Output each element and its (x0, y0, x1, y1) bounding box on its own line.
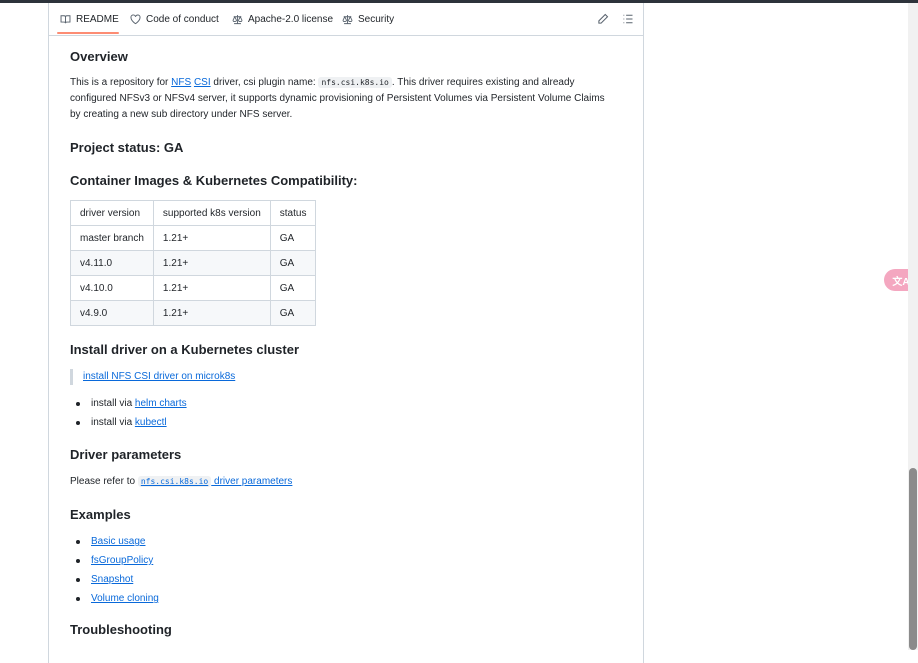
tab-readme-label: README (76, 13, 119, 25)
table-row: v4.10.0 1.21+ GA (70, 275, 317, 301)
tab-code-of-conduct[interactable]: Code of conduct (130, 3, 219, 35)
plugin-name-code: nfs.csi.k8s.io (318, 77, 392, 88)
examples-heading: Examples (70, 507, 131, 522)
list-item: install via helm charts (70, 396, 187, 415)
readme-panel: README Code of conduct Apache-2.0 licens… (48, 3, 644, 663)
tab-security[interactable]: Security (342, 3, 394, 35)
active-tab-underline (57, 32, 119, 34)
table-header: status (269, 200, 317, 226)
law-icon (232, 14, 243, 24)
csi-link[interactable]: CSI (194, 77, 211, 88)
fsgrouppolicy-link[interactable]: fsGroupPolicy (91, 555, 153, 566)
install-heading: Install driver on a Kubernetes cluster (70, 342, 300, 357)
table-cell: 1.21+ (152, 275, 271, 301)
tab-license-label: Apache-2.0 license (248, 13, 334, 25)
list-item: Snapshot (70, 572, 159, 591)
tab-readme[interactable]: README (60, 3, 119, 35)
table-cell: v4.11.0 (70, 250, 154, 276)
params-link-text: driver parameters (211, 476, 293, 487)
basic-usage-link[interactable]: Basic usage (91, 536, 145, 547)
list-item-text: install via (91, 398, 135, 409)
table-cell: 1.21+ (152, 225, 271, 251)
driver-params-link[interactable]: nfs.csi.k8s.io driver parameters (137, 476, 293, 487)
examples-list: Basic usage fsGroupPolicy Snapshot Volum… (70, 534, 159, 610)
table-cell: GA (269, 250, 317, 276)
compat-heading: Container Images & Kubernetes Compatibil… (70, 173, 358, 188)
tab-license[interactable]: Apache-2.0 license (232, 3, 333, 35)
overview-heading: Overview (70, 49, 128, 64)
overview-paragraph: This is a repository for NFS CSI driver,… (70, 75, 610, 123)
list-item: fsGroupPolicy (70, 553, 159, 572)
snapshot-link[interactable]: Snapshot (91, 574, 133, 585)
table-cell: master branch (70, 225, 154, 251)
nfs-link[interactable]: NFS (171, 77, 191, 88)
table-header-row: driver version supported k8s version sta… (70, 200, 317, 226)
volume-cloning-link[interactable]: Volume cloning (91, 593, 159, 604)
pencil-icon[interactable] (597, 13, 609, 25)
table-header: supported k8s version (152, 200, 271, 226)
list-icon[interactable] (622, 13, 634, 25)
project-status-heading: Project status: GA (70, 140, 184, 155)
table-cell: GA (269, 300, 317, 326)
compat-table: driver version supported k8s version sta… (70, 200, 317, 326)
tab-security-label: Security (358, 13, 395, 25)
table-cell: GA (269, 225, 317, 251)
table-cell: 1.21+ (152, 300, 271, 326)
heart-icon (130, 14, 141, 24)
scrollbar-thumb[interactable] (909, 468, 917, 650)
params-code: nfs.csi.k8s.io (137, 476, 212, 487)
install-list: install via helm charts install via kube… (70, 396, 187, 434)
list-item: install via kubectl (70, 415, 187, 434)
table-cell: v4.10.0 (70, 275, 154, 301)
troubleshooting-heading: Troubleshooting (70, 622, 172, 637)
driver-params-heading: Driver parameters (70, 447, 182, 462)
table-row: v4.9.0 1.21+ GA (70, 300, 317, 326)
table-header: driver version (70, 200, 154, 226)
kubectl-link[interactable]: kubectl (135, 417, 167, 428)
helm-charts-link[interactable]: helm charts (135, 398, 187, 409)
list-item: Basic usage (70, 534, 159, 553)
install-blockquote: install NFS CSI driver on microk8s (70, 369, 235, 385)
book-icon (60, 14, 71, 23)
table-cell: 1.21+ (152, 250, 271, 276)
list-item: Volume cloning (70, 591, 159, 610)
table-row: master branch 1.21+ GA (70, 225, 317, 251)
law-icon (342, 14, 353, 24)
overview-text-2: driver, csi plugin name: (210, 77, 319, 88)
table-cell: v4.9.0 (70, 300, 154, 326)
list-item-text: install via (91, 417, 135, 428)
readme-tabs: README Code of conduct Apache-2.0 licens… (49, 3, 643, 36)
table-row: v4.11.0 1.21+ GA (70, 250, 317, 276)
tab-code-of-conduct-label: Code of conduct (146, 13, 219, 25)
driver-params-paragraph: Please refer to nfs.csi.k8s.io driver pa… (70, 474, 292, 490)
params-text: Please refer to (70, 476, 138, 487)
overview-text-1: This is a repository for (70, 77, 172, 88)
microk8s-install-link[interactable]: install NFS CSI driver on microk8s (83, 371, 235, 382)
table-cell: GA (269, 275, 317, 301)
